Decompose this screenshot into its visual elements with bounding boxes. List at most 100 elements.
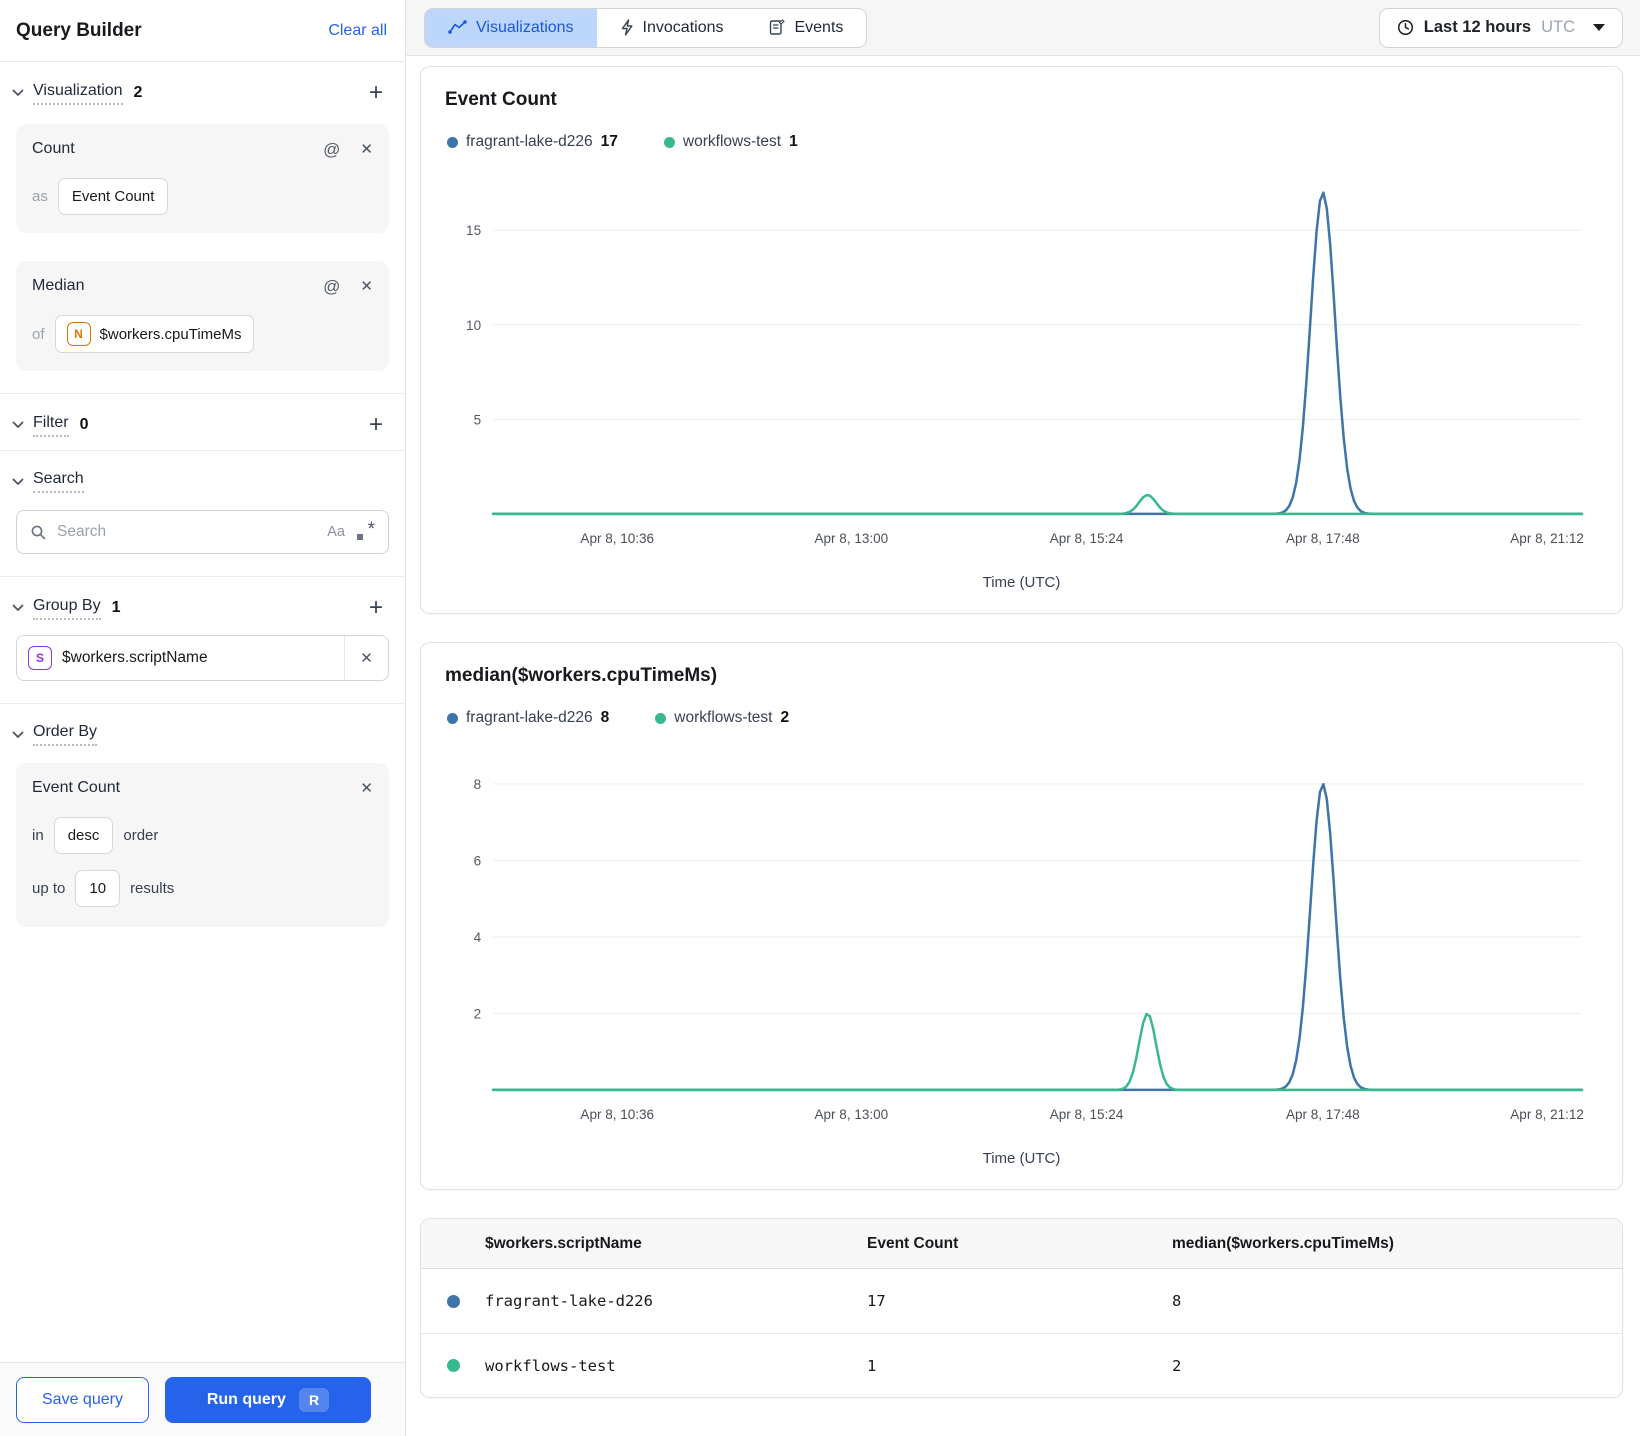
filter-section-header[interactable]: Filter 0 +: [0, 394, 405, 450]
svg-text:Apr 8, 13:00: Apr 8, 13:00: [815, 531, 889, 546]
legend-series-name: workflows-test: [674, 709, 773, 727]
events-icon: [770, 19, 786, 35]
svg-text:10: 10: [466, 318, 481, 333]
save-query-button[interactable]: Save query: [16, 1376, 149, 1423]
run-query-label: Run query: [206, 1390, 286, 1408]
add-group-by-button[interactable]: +: [369, 596, 383, 620]
group-by-field-chip[interactable]: S $workers.scriptName ✕: [16, 635, 389, 681]
legend-series-value: 17: [600, 133, 618, 150]
median-cell: 8: [1172, 1292, 1182, 1311]
svg-text:5: 5: [474, 412, 482, 427]
column-header: $workers.scriptName: [485, 1234, 642, 1252]
legend-item[interactable]: workflows-test 2: [655, 709, 789, 727]
order-by-section-label: Order By: [33, 723, 98, 746]
remove-order-by-icon[interactable]: ✕: [360, 781, 373, 796]
legend-dot: [663, 136, 675, 148]
median-cell: 2: [1172, 1356, 1182, 1375]
chart-title: Event Count: [445, 89, 557, 110]
order-by-section-header[interactable]: Order By: [0, 704, 405, 755]
visualization-count: 2: [133, 84, 143, 101]
group-by-count: 1: [111, 599, 121, 616]
tab-label: Events: [794, 18, 844, 36]
chart-title: median($workers.cpuTimeMs): [445, 665, 718, 687]
event-count-chart[interactable]: 5 10 15 Apr 8, 10:36 Apr 8, 13:00 Apr 8, 15:2…: [445, 161, 1598, 564]
svg-text:Apr 8, 21:12: Apr 8, 21:12: [1510, 531, 1584, 546]
search-input[interactable]: [57, 523, 318, 541]
remove-visualization-icon[interactable]: ✕: [360, 279, 373, 294]
svg-text:Apr 8, 15:24: Apr 8, 15:24: [1050, 531, 1124, 546]
of-label: of: [32, 325, 45, 343]
svg-text:Apr 8, 17:48: Apr 8, 17:48: [1286, 531, 1360, 546]
time-range-selector[interactable]: Last 12 hours UTC: [1378, 7, 1623, 48]
match-case-icon[interactable]: Aa: [327, 524, 345, 540]
order-label: order: [123, 827, 159, 844]
regex-icon[interactable]: *: [355, 519, 375, 542]
chevron-down-icon: [12, 421, 24, 429]
filter-count: 0: [79, 416, 89, 433]
legend-item[interactable]: fragrant-lake-d226 8: [447, 709, 609, 727]
legend-dot: [447, 712, 458, 724]
result-limit-input[interactable]: 10: [75, 870, 121, 907]
event-count-cell: 1: [867, 1356, 877, 1375]
order-by-card: Event Count ✕ in desc order up to 10 res…: [16, 763, 389, 927]
legend-series-value: 1: [789, 133, 798, 150]
add-filter-button[interactable]: +: [369, 413, 383, 437]
series-color-dot: [446, 1294, 460, 1308]
tab-label: Invocations: [642, 18, 724, 36]
remove-group-by-button[interactable]: ✕: [344, 636, 388, 680]
legend-item[interactable]: workflows-test 1: [663, 133, 798, 151]
sidebar-header: Query Builder Clear all: [0, 0, 405, 62]
number-type-icon: N: [66, 322, 91, 346]
table-header-row: $workers.scriptName Event Count median($…: [421, 1219, 1622, 1270]
tab-visualizations[interactable]: Visualizations: [425, 8, 597, 47]
run-query-button[interactable]: Run query R: [164, 1376, 371, 1423]
as-label: as: [32, 188, 48, 205]
chart-legend: fragrant-lake-d226 17 workflows-test 1: [447, 133, 1598, 151]
legend-series-name: fragrant-lake-d226: [466, 709, 593, 727]
run-shortcut-badge: R: [298, 1387, 330, 1412]
add-visualization-button[interactable]: +: [369, 81, 383, 105]
tab-invocations[interactable]: Invocations: [597, 9, 747, 47]
timezone-label: UTC: [1541, 18, 1575, 36]
alias-field[interactable]: Event Count: [57, 178, 169, 215]
field-selector[interactable]: N $workers.cpuTimeMs: [54, 315, 254, 353]
caret-down-icon: [1593, 24, 1605, 31]
median-cpu-chart-card: median($workers.cpuTimeMs) fragrant-lake…: [420, 642, 1623, 1191]
svg-text:Apr 8, 13:00: Apr 8, 13:00: [815, 1107, 889, 1122]
event-count-cell: 17: [867, 1292, 886, 1311]
search-section-header[interactable]: Search: [0, 451, 405, 502]
visualization-card-count: Count @ ✕ as Event Count: [16, 124, 389, 233]
median-cpu-chart[interactable]: 2 4 6 8 Apr 8, 10:36 Apr 8, 13:00 Apr 8, 15:24…: [445, 737, 1598, 1140]
sidebar-footer: Save query Run query R: [0, 1362, 405, 1436]
svg-text:Apr 8, 10:36: Apr 8, 10:36: [580, 1107, 654, 1122]
svg-text:2: 2: [474, 1006, 482, 1021]
at-mention-icon[interactable]: @: [323, 141, 340, 158]
chevron-down-icon: [12, 89, 24, 97]
svg-text:6: 6: [474, 853, 482, 868]
field-name: $workers.cpuTimeMs: [99, 325, 242, 343]
remove-visualization-icon[interactable]: ✕: [360, 142, 373, 157]
group-by-section-header[interactable]: Group By 1 +: [0, 577, 405, 629]
tab-events[interactable]: Events: [746, 9, 866, 47]
clear-all-button[interactable]: Clear all: [328, 22, 387, 40]
column-header: Event Count: [867, 1234, 959, 1252]
legend-item[interactable]: fragrant-lake-d226 17: [447, 133, 618, 151]
string-type-icon: S: [28, 646, 52, 670]
svg-text:Apr 8, 15:24: Apr 8, 15:24: [1050, 1107, 1124, 1122]
sort-direction-select[interactable]: desc: [53, 817, 114, 854]
visualization-card-median: Median @ ✕ of N $workers.cpuTimeMs: [16, 261, 389, 371]
table-row: fragrant-lake-d226 17 8: [421, 1269, 1622, 1333]
visualization-card-title: Median: [32, 277, 85, 294]
legend-series-value: 8: [600, 709, 610, 727]
search-box: Aa *: [16, 510, 389, 554]
svg-text:4: 4: [474, 930, 482, 945]
legend-dot: [655, 712, 667, 724]
script-name-cell: fragrant-lake-d226: [485, 1292, 653, 1311]
visualization-section-header[interactable]: Visualization 2 +: [0, 62, 405, 118]
results-table-card: $workers.scriptName Event Count median($…: [420, 1218, 1623, 1399]
lightning-icon: [621, 19, 633, 36]
svg-text:8: 8: [474, 777, 482, 792]
page-title: Query Builder: [16, 19, 142, 41]
in-label: in: [32, 827, 44, 844]
at-mention-icon[interactable]: @: [323, 278, 340, 295]
